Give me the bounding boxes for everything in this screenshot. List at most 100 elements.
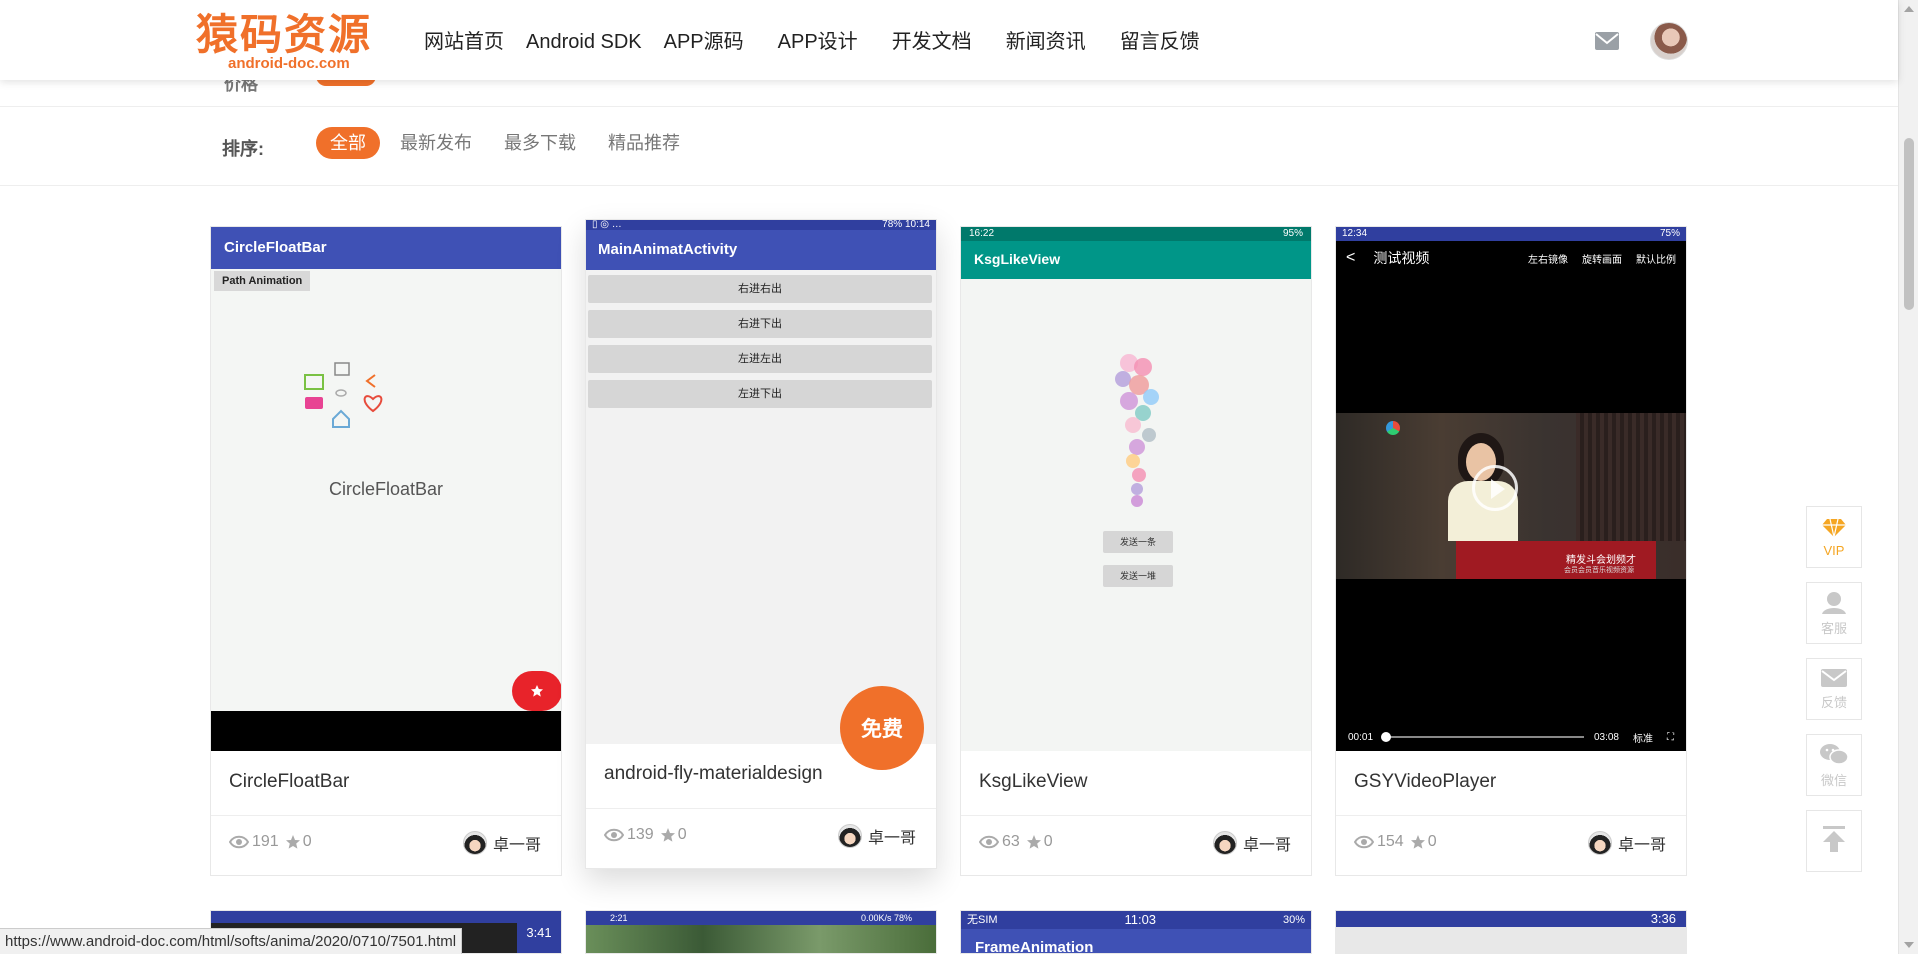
peek-status-right: 30% — [1282, 914, 1305, 926]
status-url: https://www.android-doc.com/html/softs/a… — [0, 928, 463, 954]
customer-service-button[interactable]: 客服 — [1806, 582, 1862, 644]
thumb-video-title: 测试视频 — [1373, 250, 1430, 266]
resource-card[interactable]: ▯ ◎ … 78% 10:14 MainAnimatActivity 右进右出 … — [585, 219, 937, 869]
wechat-button[interactable]: 微信 — [1806, 734, 1862, 796]
nav-app-design[interactable]: APP设计 — [778, 28, 858, 56]
next-card-thumbnail[interactable]: 无SIM 11:03 30% FrameAnimation — [960, 910, 1312, 954]
resource-card[interactable]: 12:34 75% < 测试视频 左右镜像 旋转画面 默认比例 精发斗会划频才 … — [1335, 226, 1687, 876]
thumb-appbar: KsgLikeView — [961, 241, 1311, 279]
thumb-center-text: CircleFloatBar — [328, 479, 444, 499]
card-thumbnail[interactable]: ▯ ◎ … 78% 10:14 MainAnimatActivity 右进右出 … — [586, 220, 936, 744]
thumb-statusbar: ▯ ◎ … 78% 10:14 — [586, 220, 936, 230]
author-name: 卓一哥 — [492, 837, 541, 854]
peek-status-right: 0.00K/s 78% — [860, 913, 912, 923]
thumb-fullscreen-icon: ⛶ — [1667, 731, 1674, 743]
peek-status-mid: 11:03 — [1124, 912, 1157, 927]
peek-status-right: 3:41 — [517, 923, 561, 953]
arrow-up-icon — [1823, 826, 1845, 852]
thumb-statusbar: 12:34 75% — [1336, 227, 1686, 241]
card-thumbnail[interactable]: 16:22 95% KsgLikeView 发送一条 发送一堆 — [961, 227, 1311, 751]
card-stats: 154 0 — [1354, 833, 1437, 851]
float-menu-icon — [304, 362, 383, 428]
card-thumbnail[interactable]: 12:34 75% < 测试视频 左右镜像 旋转画面 默认比例 精发斗会划频才 … — [1336, 227, 1686, 751]
peek-image — [586, 925, 936, 953]
mail-icon[interactable] — [1594, 31, 1620, 51]
card-views: 191 — [252, 833, 279, 850]
card-title[interactable]: KsgLikeView — [979, 771, 1087, 793]
card-title[interactable]: CircleFloatBar — [229, 771, 349, 793]
scroll-down-arrow[interactable] — [1904, 942, 1914, 948]
site-header: 猿码资源 android-doc.com 网站首页 Android SDK AP… — [0, 0, 1898, 80]
card-author[interactable]: 卓一哥 — [1212, 831, 1291, 855]
peek-status-right: 3:36 — [1336, 911, 1686, 927]
main-nav: 网站首页 Android SDK APP源码 APP设计 开发文档 新闻资讯 留… — [424, 28, 1222, 56]
card-stars: 0 — [1043, 833, 1053, 850]
page-scrollbar[interactable] — [1898, 0, 1918, 954]
nav-home[interactable]: 网站首页 — [424, 28, 504, 56]
thumb-appbar: MainAnimatActivity — [586, 230, 936, 270]
views-eye-icon — [1354, 835, 1374, 849]
support-agent-icon — [1822, 591, 1846, 614]
sort-latest[interactable]: 最新发布 — [400, 127, 472, 159]
star-icon — [660, 828, 675, 842]
star-icon — [1026, 835, 1041, 849]
thumb-fab — [512, 671, 561, 711]
card-divider — [1336, 815, 1686, 816]
card-stats: 139 0 — [604, 826, 687, 844]
sort-all[interactable]: 全部 — [316, 127, 380, 159]
nav-feedback[interactable]: 留言反馈 — [1120, 28, 1200, 56]
nav-app-source[interactable]: APP源码 — [664, 28, 744, 56]
resource-card[interactable]: 16:22 95% KsgLikeView 发送一条 发送一堆 KsgLikeV… — [960, 226, 1312, 876]
sort-options: 全部 最新发布 最多下载 精品推荐 — [316, 127, 712, 159]
card-author[interactable]: 卓一哥 — [837, 824, 916, 848]
feedback-button[interactable]: 反馈 — [1806, 658, 1862, 720]
vip-button[interactable]: VIP — [1806, 506, 1862, 568]
logo-sub-text: android-doc.com — [228, 55, 350, 72]
author-name: 卓一哥 — [1617, 837, 1666, 854]
card-author[interactable]: 卓一哥 — [462, 831, 541, 855]
page: 猿码资源 android-doc.com 网站首页 Android SDK AP… — [0, 0, 1918, 954]
star-icon — [285, 835, 300, 849]
vip-label: VIP — [1823, 542, 1845, 558]
nav-news[interactable]: 新闻资讯 — [1006, 28, 1086, 56]
thumb-play-button — [1472, 465, 1518, 511]
back-to-top-button[interactable] — [1806, 810, 1862, 872]
card-thumbnail[interactable]: CircleFloatBar Path Animation CircleFloa… — [211, 227, 561, 751]
thumb-status-right: 95% — [1282, 228, 1303, 239]
user-avatar[interactable] — [1650, 22, 1688, 60]
hearts-animation-icon — [1115, 354, 1159, 507]
peek-statusbar — [211, 911, 561, 923]
views-eye-icon — [604, 828, 624, 842]
nav-dev-docs[interactable]: 开发文档 — [892, 28, 972, 56]
site-logo[interactable]: 猿码资源 android-doc.com — [196, 10, 386, 72]
thumb-caption-1: 精发斗会划频才 — [1566, 555, 1636, 566]
scroll-up-arrow[interactable] — [1904, 6, 1914, 12]
scroll-thumb[interactable] — [1904, 138, 1914, 310]
card-views: 63 — [1002, 833, 1020, 850]
author-name: 卓一哥 — [1242, 837, 1291, 854]
card-title[interactable]: android-fly-materialdesign — [604, 763, 823, 785]
thumb-btn-4: 左进下出 — [588, 380, 932, 408]
card-divider — [586, 808, 936, 809]
thumb-btn-2: 发送一堆 — [1103, 565, 1173, 587]
peek-status-left: 无SIM — [967, 914, 998, 926]
thumb-curtain — [1576, 413, 1686, 541]
next-card-thumbnail[interactable]: 2:21 0.00K/s 78% — [585, 910, 937, 954]
nav-android-sdk[interactable]: Android SDK — [526, 28, 642, 56]
resource-card[interactable]: CircleFloatBar Path Animation CircleFloa… — [210, 226, 562, 876]
card-views: 154 — [1377, 833, 1404, 850]
card-author[interactable]: 卓一哥 — [1587, 831, 1666, 855]
star-icon — [1410, 835, 1425, 849]
author-avatar — [1212, 831, 1237, 855]
card-title[interactable]: GSYVideoPlayer — [1354, 771, 1496, 793]
thumb-progress-knob — [1381, 732, 1392, 742]
sort-most-downloads[interactable]: 最多下载 — [504, 127, 576, 159]
peek-statusbar: 2:21 0.00K/s 78% — [586, 911, 936, 925]
thumb-status-left: 12:34 — [1342, 228, 1368, 239]
sort-featured[interactable]: 精品推荐 — [608, 127, 680, 159]
free-badge: 免费 — [840, 686, 924, 770]
thumb-status-right: 78% 10:14 — [882, 220, 930, 230]
next-card-thumbnail[interactable]: 3:36 — [1335, 910, 1687, 954]
thumb-back-icon: < — [1346, 249, 1356, 266]
card-stats: 191 0 — [229, 833, 312, 851]
